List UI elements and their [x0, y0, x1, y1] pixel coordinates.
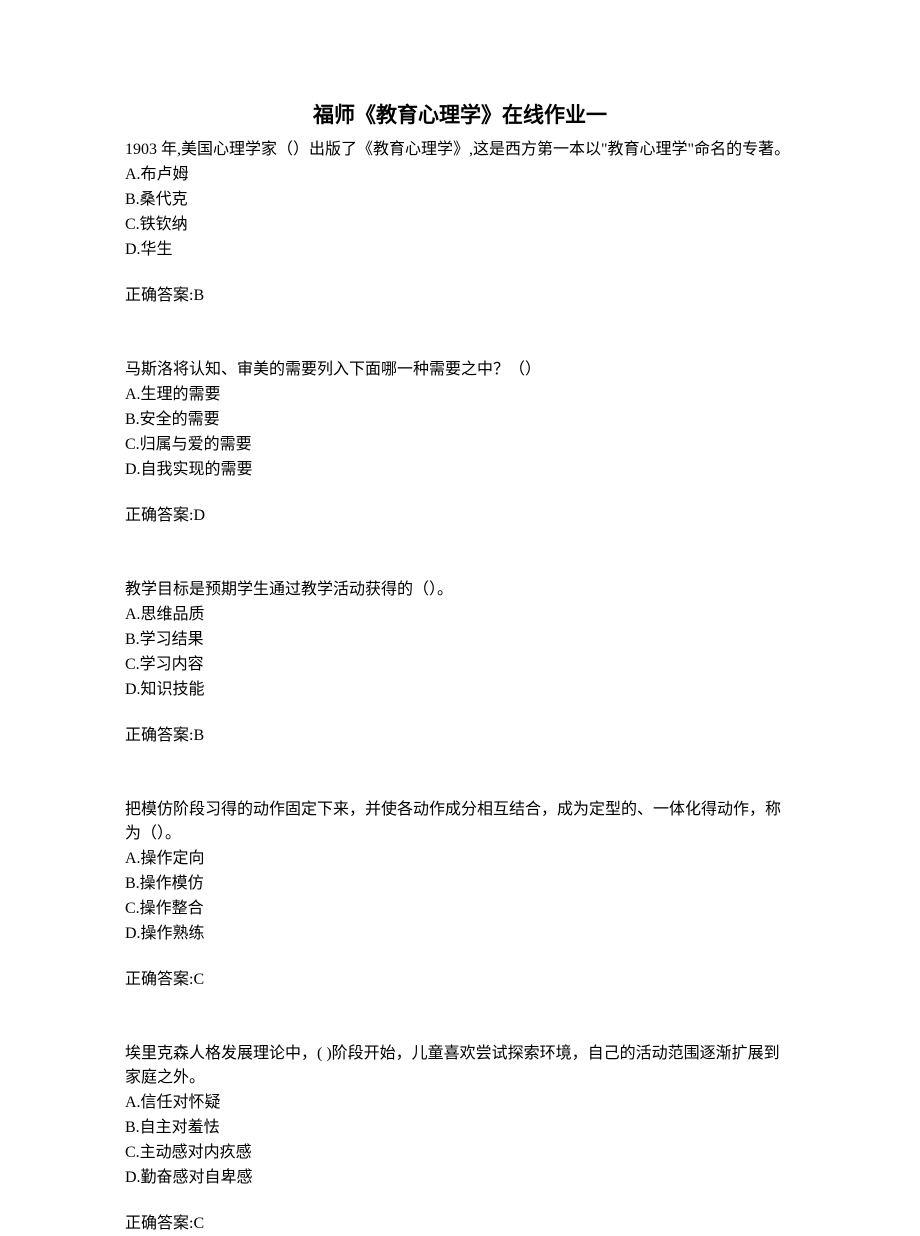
- option-b: B.自主对羞怯: [125, 1116, 795, 1140]
- option-b: B.操作模仿: [125, 872, 795, 896]
- option-c: C.主动感对内疚感: [125, 1141, 795, 1165]
- option-d: D.勤奋感对自卑感: [125, 1166, 795, 1190]
- option-d: D.自我实现的需要: [125, 458, 795, 482]
- page-title: 福师《教育心理学》在线作业一: [125, 100, 795, 132]
- question-text: 埃里克森人格发展理论中，( )阶段开始，儿童喜欢尝试探索环境，自己的活动范围逐渐…: [125, 1042, 795, 1090]
- option-c: C.操作整合: [125, 897, 795, 921]
- question-block: 教学目标是预期学生通过教学活动获得的（）。 A.思维品质 B.学习结果 C.学习…: [125, 578, 795, 748]
- option-c: C.铁钦纳: [125, 213, 795, 237]
- answer-text: 正确答案:B: [125, 284, 795, 308]
- answer-text: 正确答案:C: [125, 1212, 795, 1236]
- option-b: B.学习结果: [125, 628, 795, 652]
- option-c: C.学习内容: [125, 653, 795, 677]
- option-a: A.操作定向: [125, 847, 795, 871]
- answer-text: 正确答案:D: [125, 504, 795, 528]
- question-block: 埃里克森人格发展理论中，( )阶段开始，儿童喜欢尝试探索环境，自己的活动范围逐渐…: [125, 1042, 795, 1236]
- option-d: D.知识技能: [125, 678, 795, 702]
- option-a: A.思维品质: [125, 603, 795, 627]
- answer-text: 正确答案:B: [125, 724, 795, 748]
- question-block: 把模仿阶段习得的动作固定下来，并使各动作成分相互结合，成为定型的、一体化得动作，…: [125, 798, 795, 992]
- question-text: 马斯洛将认知、审美的需要列入下面哪一种需要之中？（）: [125, 358, 795, 382]
- option-b: B.桑代克: [125, 188, 795, 212]
- option-a: A.信任对怀疑: [125, 1091, 795, 1115]
- answer-text: 正确答案:C: [125, 968, 795, 992]
- question-block: 1903 年,美国心理学家（）出版了《教育心理学》,这是西方第一本以"教育心理学…: [125, 138, 795, 308]
- option-c: C.归属与爱的需要: [125, 433, 795, 457]
- option-a: A.生理的需要: [125, 383, 795, 407]
- question-text: 1903 年,美国心理学家（）出版了《教育心理学》,这是西方第一本以"教育心理学…: [125, 138, 795, 162]
- question-text: 把模仿阶段习得的动作固定下来，并使各动作成分相互结合，成为定型的、一体化得动作，…: [125, 798, 795, 846]
- option-b: B.安全的需要: [125, 408, 795, 432]
- question-text: 教学目标是预期学生通过教学活动获得的（）。: [125, 578, 795, 602]
- option-d: D.操作熟练: [125, 922, 795, 946]
- option-d: D.华生: [125, 238, 795, 262]
- question-block: 马斯洛将认知、审美的需要列入下面哪一种需要之中？（） A.生理的需要 B.安全的…: [125, 358, 795, 528]
- option-a: A.布卢姆: [125, 163, 795, 187]
